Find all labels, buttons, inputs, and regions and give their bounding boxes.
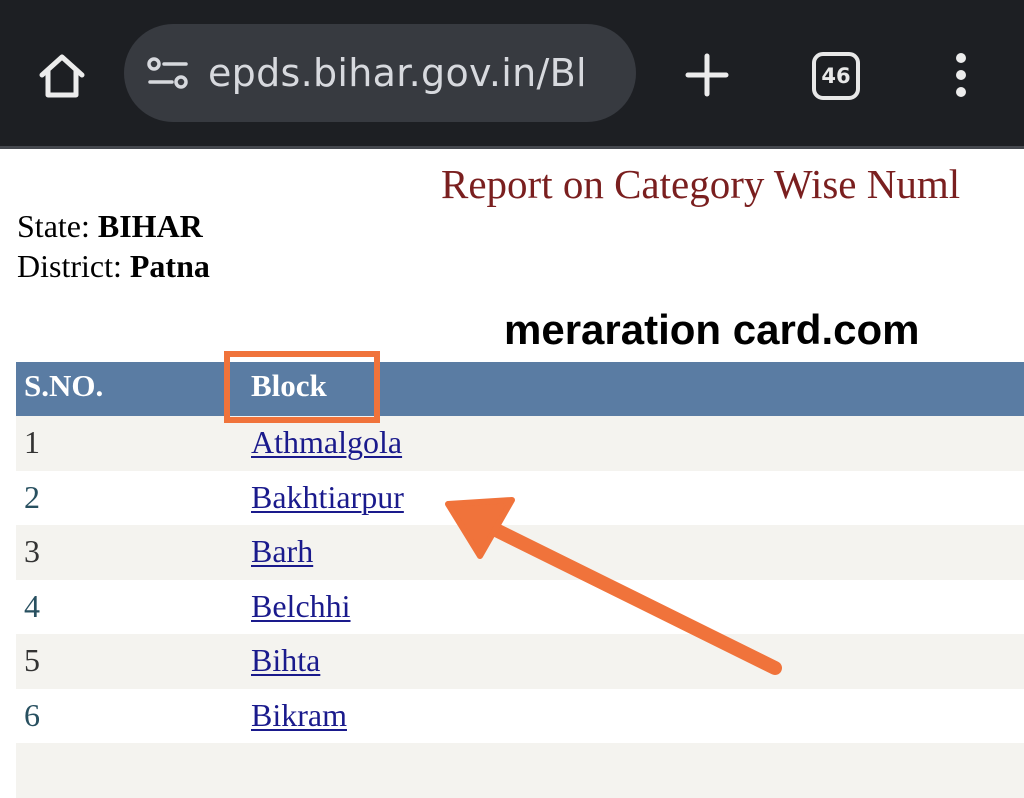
block-link[interactable]: Barh: [251, 533, 313, 570]
table-row: 3 Barh: [16, 525, 1024, 580]
site-settings-icon[interactable]: [146, 54, 190, 92]
more-vert-icon: [956, 53, 966, 97]
watermark-text: meraration card.com: [504, 306, 920, 353]
state-label: State:: [17, 208, 90, 244]
toolbar-divider: [0, 146, 1024, 149]
block-table: S.NO. Block 1 Athmalgola 2 Bakhtiarpur 3…: [16, 362, 1024, 798]
browser-toolbar: epds.bihar.gov.in/Bl 46: [0, 0, 1024, 146]
block-link[interactable]: Bihta: [251, 642, 320, 679]
plus-icon: [685, 53, 729, 97]
menu-button[interactable]: [938, 44, 984, 106]
tab-count: 46: [812, 52, 860, 100]
table-row: 5 Bihta: [16, 634, 1024, 689]
address-bar[interactable]: epds.bihar.gov.in/Bl: [124, 24, 636, 122]
row-sno: 4: [24, 587, 40, 624]
block-link[interactable]: Belchhi: [251, 588, 351, 625]
new-tab-button[interactable]: [676, 44, 738, 106]
table-row: 6 Bikram: [16, 688, 1024, 743]
table-header: S.NO. Block: [16, 362, 1024, 416]
row-sno: 3: [24, 533, 40, 569]
district-line: District: Patna: [17, 248, 210, 285]
block-link[interactable]: Athmalgola: [251, 424, 402, 461]
block-link[interactable]: Bikram: [251, 697, 347, 734]
highlight-box: [224, 351, 380, 423]
table-row: 4 Belchhi: [16, 579, 1024, 634]
table-row: [16, 743, 1024, 798]
tab-switcher-button[interactable]: 46: [808, 48, 864, 104]
table-row: 1 Athmalgola: [16, 416, 1024, 471]
row-sno: 2: [24, 478, 40, 515]
row-sno: 5: [24, 642, 40, 678]
report-title: Report on Category Wise Numl: [441, 161, 961, 207]
state-line: State: BIHAR: [17, 208, 203, 245]
url-text[interactable]: epds.bihar.gov.in/Bl: [208, 46, 587, 100]
district-label: District:: [17, 248, 122, 284]
block-link[interactable]: Bakhtiarpur: [251, 479, 404, 516]
row-sno: 1: [24, 424, 40, 460]
home-icon: [39, 54, 85, 98]
header-sno: S.NO.: [24, 368, 104, 403]
district-value: Patna: [129, 248, 210, 284]
home-button[interactable]: [28, 44, 96, 108]
row-sno: 6: [24, 696, 40, 733]
table-row: 2 Bakhtiarpur: [16, 470, 1024, 525]
state-value: BIHAR: [97, 208, 203, 244]
